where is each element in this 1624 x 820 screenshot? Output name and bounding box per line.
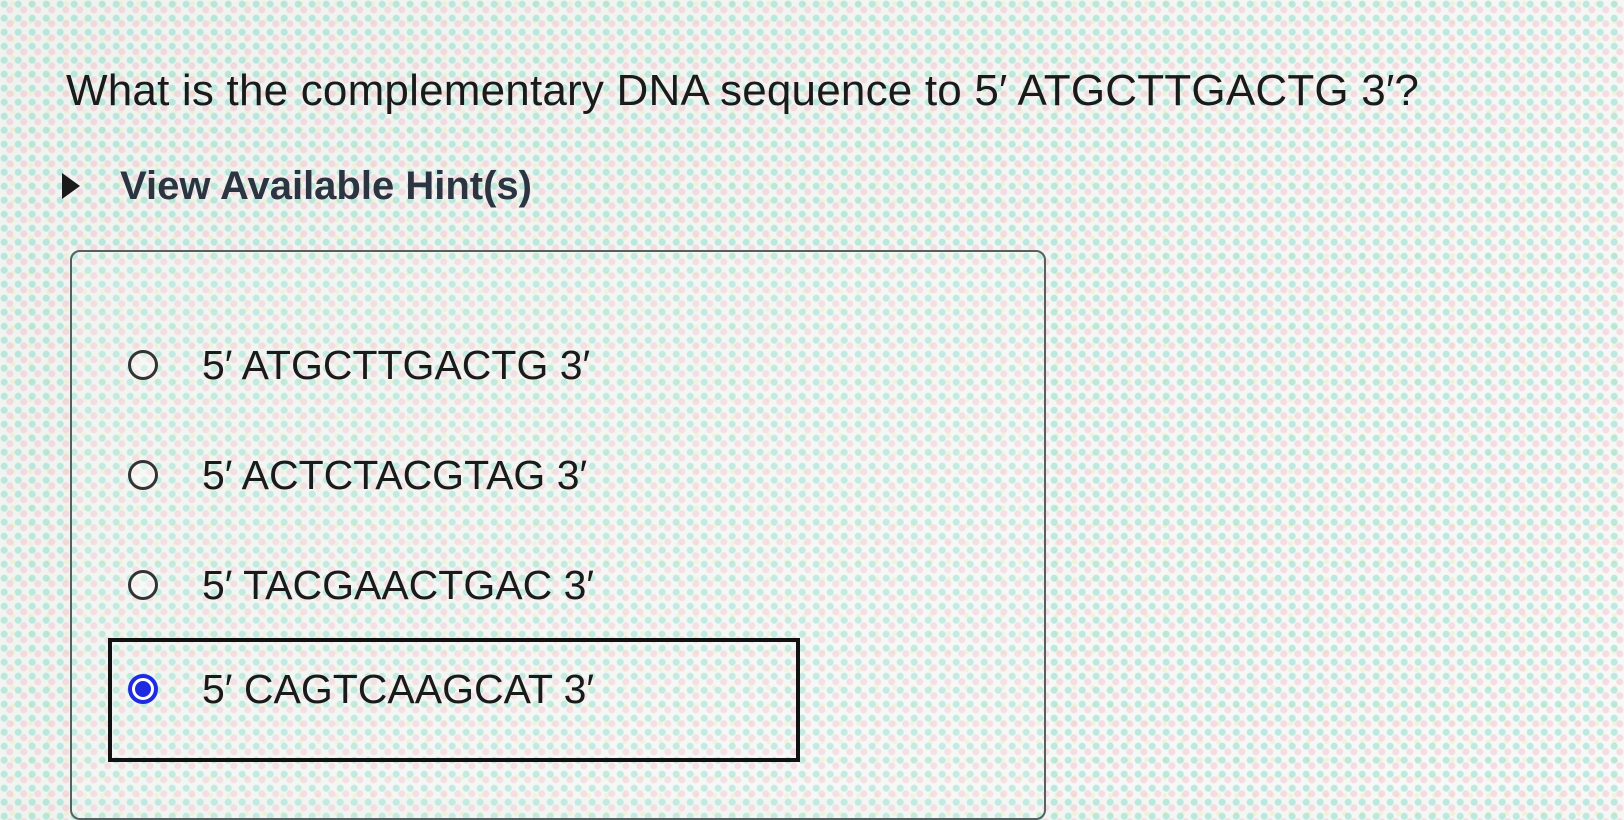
- question-text: What is the complementary DNA sequence t…: [66, 66, 1420, 115]
- answer-option-label: 5′ TACGAACTGAC 3′: [202, 562, 595, 608]
- answer-option-3[interactable]: 5′ TACGAACTGAC 3′: [110, 557, 594, 613]
- radio-button-unselected[interactable]: [128, 460, 158, 490]
- radio-button-unselected[interactable]: [128, 570, 158, 600]
- triangle-right-icon: [62, 173, 80, 199]
- radio-button-selected[interactable]: [128, 674, 158, 704]
- answer-option-2[interactable]: 5′ ACTCTACGTAG 3′: [110, 447, 587, 503]
- answer-option-label: 5′ ACTCTACGTAG 3′: [202, 452, 588, 498]
- answer-option-4[interactable]: 5′ CAGTCAAGCAT 3′: [110, 661, 594, 717]
- view-hints-toggle[interactable]: View Available Hint(s): [62, 158, 532, 214]
- view-hints-label: View Available Hint(s): [120, 164, 532, 208]
- answer-option-1[interactable]: 5′ ATGCTTGACTG 3′: [110, 337, 590, 393]
- answer-option-label: 5′ CAGTCAAGCAT 3′: [202, 666, 595, 712]
- answer-option-label: 5′ ATGCTTGACTG 3′: [202, 342, 591, 388]
- radio-button-unselected[interactable]: [128, 350, 158, 380]
